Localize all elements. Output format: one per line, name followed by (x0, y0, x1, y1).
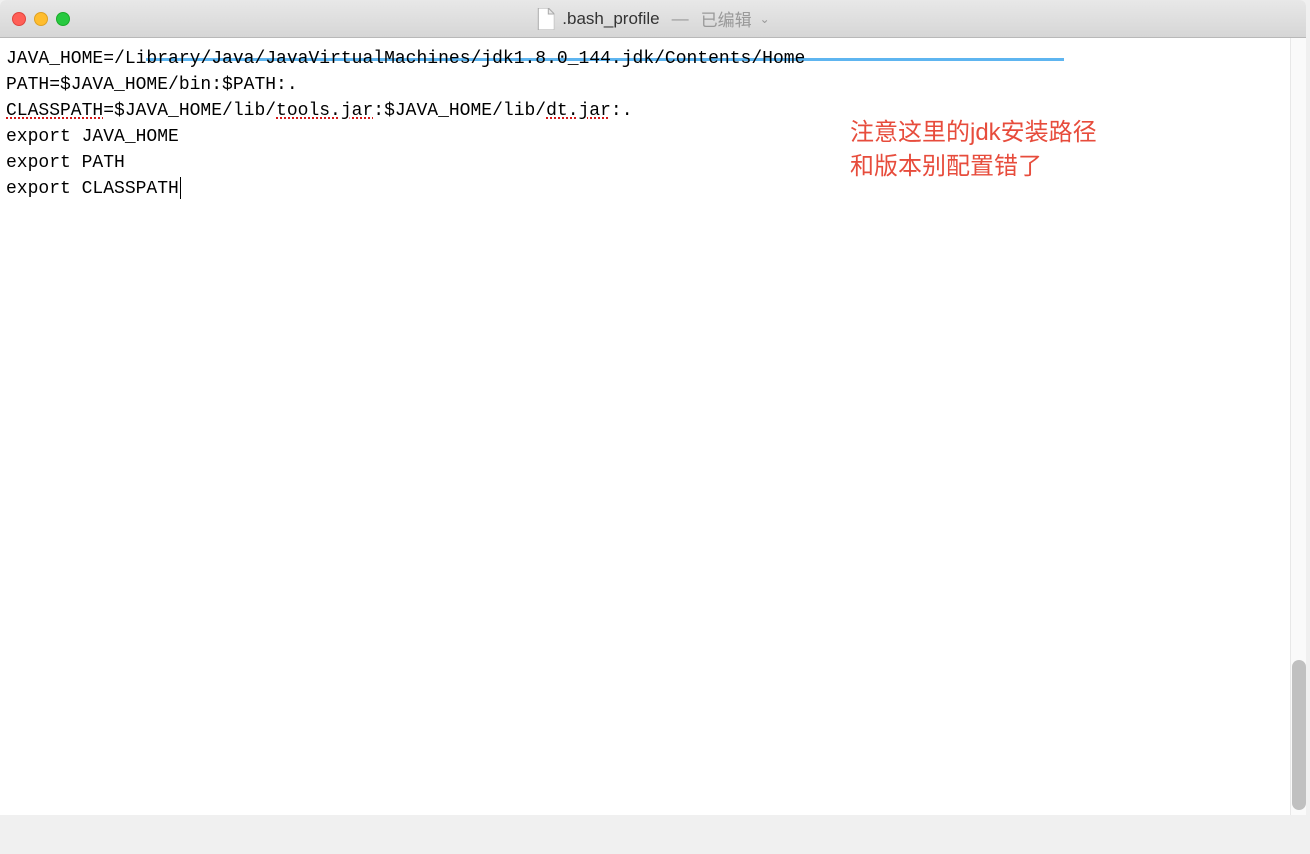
code-line-6: export CLASSPATH (6, 179, 179, 199)
title-filename: .bash_profile (562, 9, 659, 29)
code-line-1: JAVA_HOME=/Library/Java/JavaVirtualMachi… (6, 49, 805, 69)
title-separator: — (672, 9, 689, 29)
code-line-5: export PATH (6, 153, 125, 173)
code-line-3: CLASSPATH=$JAVA_HOME/lib/tools.jar:$JAVA… (6, 101, 633, 121)
scrollbar-thumb[interactable] (1292, 660, 1306, 810)
file-icon (536, 8, 554, 30)
annotation-note: 注意这里的jdk安装路径 和版本别配置错了 (850, 116, 1097, 184)
window-title[interactable]: .bash_profile — 已编辑 ⌄ (536, 6, 769, 31)
chevron-down-icon[interactable]: ⌄ (760, 12, 770, 26)
code-line-2: PATH=$JAVA_HOME/bin:$PATH:. (6, 75, 298, 95)
editor-area[interactable]: JAVA_HOME=/Library/Java/JavaVirtualMachi… (0, 38, 1306, 815)
minimize-button[interactable] (34, 12, 48, 26)
close-button[interactable] (12, 12, 26, 26)
editor-window: .bash_profile — 已编辑 ⌄ JAVA_HOME=/Library… (0, 0, 1306, 815)
code-content[interactable]: JAVA_HOME=/Library/Java/JavaVirtualMachi… (6, 46, 1300, 202)
vertical-scrollbar[interactable] (1290, 38, 1306, 815)
text-cursor (180, 177, 181, 199)
title-status: 已编辑 (701, 6, 752, 31)
maximize-button[interactable] (56, 12, 70, 26)
traffic-lights (12, 12, 70, 26)
code-line-4: export JAVA_HOME (6, 127, 179, 147)
annotation-line-1: 注意这里的jdk安装路径 (850, 116, 1097, 150)
annotation-line-2: 和版本别配置错了 (850, 150, 1097, 184)
titlebar[interactable]: .bash_profile — 已编辑 ⌄ (0, 0, 1306, 38)
